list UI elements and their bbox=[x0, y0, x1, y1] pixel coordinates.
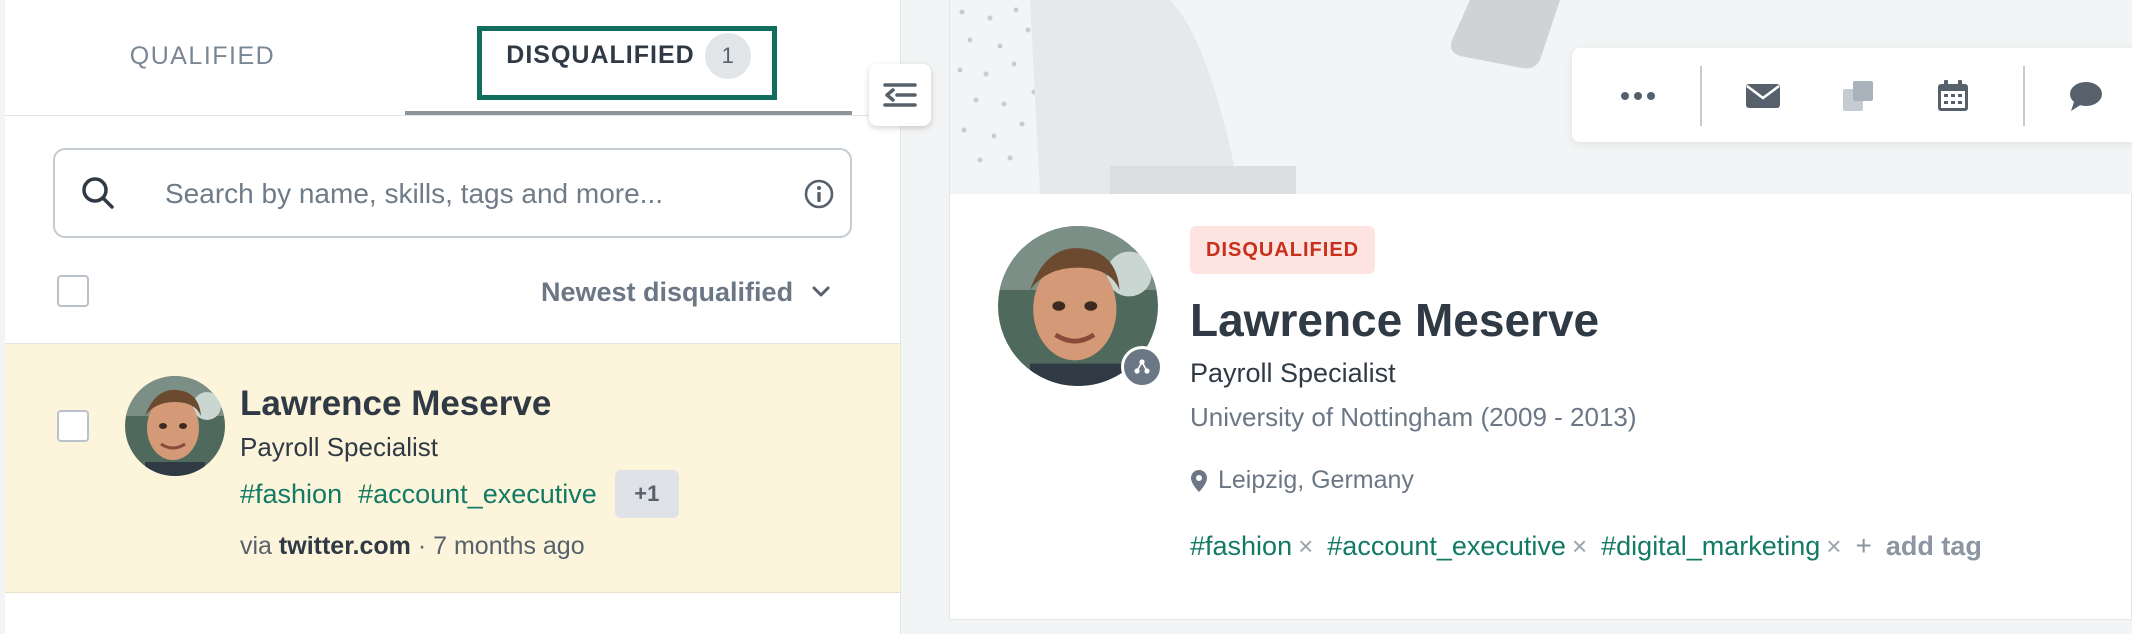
list-item[interactable]: Lawrence Meserve Payroll Specialist #fas… bbox=[5, 344, 900, 593]
copy-icon bbox=[1843, 81, 1873, 111]
profile-toolbar bbox=[1572, 48, 2132, 142]
candidate-tags: #fashion #account_executive +1 bbox=[240, 470, 679, 518]
candidate-profile-panel: DISQUALIFIED Lawrence Meserve Payroll Sp… bbox=[949, 0, 2132, 620]
profile-tags: #fashion × #account_executive × #digital… bbox=[1190, 530, 1982, 562]
copy-button[interactable] bbox=[1832, 70, 1884, 122]
remove-tag-button[interactable]: × bbox=[1298, 531, 1313, 562]
location-text: Leipzig, Germany bbox=[1218, 466, 1414, 494]
tag[interactable]: #account_executive bbox=[358, 479, 597, 510]
tag[interactable]: #account_executive bbox=[1327, 531, 1566, 562]
location-pin-icon bbox=[1191, 469, 1207, 492]
tag[interactable]: #digital_marketing bbox=[1601, 531, 1820, 562]
tag[interactable]: #fashion bbox=[1190, 531, 1292, 562]
search-input[interactable] bbox=[163, 166, 767, 222]
plus-icon: + bbox=[1855, 530, 1872, 561]
email-icon bbox=[1746, 84, 1780, 108]
comment-icon bbox=[2070, 82, 2102, 111]
remove-tag-button[interactable]: × bbox=[1572, 531, 1587, 562]
profile-name: Lawrence Meserve bbox=[1190, 294, 1600, 346]
add-tag-label: add tag bbox=[1885, 530, 1982, 561]
chevron-down-icon bbox=[812, 286, 830, 297]
tag[interactable]: #fashion bbox=[240, 479, 342, 510]
comment-button[interactable] bbox=[2060, 70, 2112, 122]
status-badge: DISQUALIFIED bbox=[1190, 226, 1376, 274]
candidate-checkbox[interactable] bbox=[57, 410, 89, 442]
sort-label: Newest disqualified bbox=[541, 276, 794, 307]
collapse-left-icon bbox=[883, 83, 917, 107]
candidate-source: via twitter.com · 7 months ago bbox=[240, 532, 585, 561]
profile-location: Leipzig, Germany bbox=[1190, 466, 1414, 495]
tab-qualified-label: QUALIFIED bbox=[129, 42, 276, 70]
candidate-list-panel: QUALIFIED DISQUALIFIED 1 Newest disquali… bbox=[5, 0, 901, 634]
source-site: twitter.com bbox=[278, 532, 411, 560]
source-prefix: via bbox=[240, 532, 272, 560]
more-icon bbox=[1621, 92, 1655, 100]
collapse-list-button[interactable] bbox=[869, 64, 931, 126]
tab-disqualified-label: DISQUALIFIED bbox=[506, 41, 695, 69]
more-tags-badge[interactable]: +1 bbox=[614, 470, 679, 518]
candidate-age: · 7 months ago bbox=[417, 532, 585, 560]
tab-qualified[interactable]: QUALIFIED bbox=[5, 0, 400, 113]
candidate-name[interactable]: Lawrence Meserve bbox=[240, 384, 551, 424]
search-icon bbox=[82, 177, 114, 209]
more-actions-button[interactable] bbox=[1612, 70, 1664, 122]
info-icon[interactable] bbox=[803, 178, 835, 210]
tab-disqualified[interactable]: DISQUALIFIED 1 bbox=[405, 0, 852, 115]
pipeline-tabs: QUALIFIED DISQUALIFIED 1 bbox=[5, 0, 900, 116]
profile-banner bbox=[950, 0, 2132, 194]
profile-role: Payroll Specialist bbox=[1190, 358, 1396, 388]
select-all-checkbox[interactable] bbox=[57, 275, 89, 307]
candidate-role: Payroll Specialist bbox=[240, 432, 438, 462]
toolbar-divider bbox=[2023, 66, 2025, 126]
profile-education: University of Nottingham (2009 - 2013) bbox=[1190, 402, 1637, 432]
search-box bbox=[53, 148, 852, 238]
disqualified-count-badge: 1 bbox=[704, 32, 751, 79]
sort-dropdown[interactable]: Newest disqualified bbox=[541, 270, 831, 314]
integration-icon bbox=[1121, 346, 1163, 388]
add-tag-button[interactable]: + add tag bbox=[1855, 530, 1981, 562]
calendar-icon bbox=[1938, 80, 1968, 111]
toolbar-divider bbox=[1700, 66, 1702, 126]
email-button[interactable] bbox=[1737, 70, 1789, 122]
avatar bbox=[125, 376, 225, 476]
remove-tag-button[interactable]: × bbox=[1826, 531, 1841, 562]
schedule-button[interactable] bbox=[1927, 70, 1979, 122]
